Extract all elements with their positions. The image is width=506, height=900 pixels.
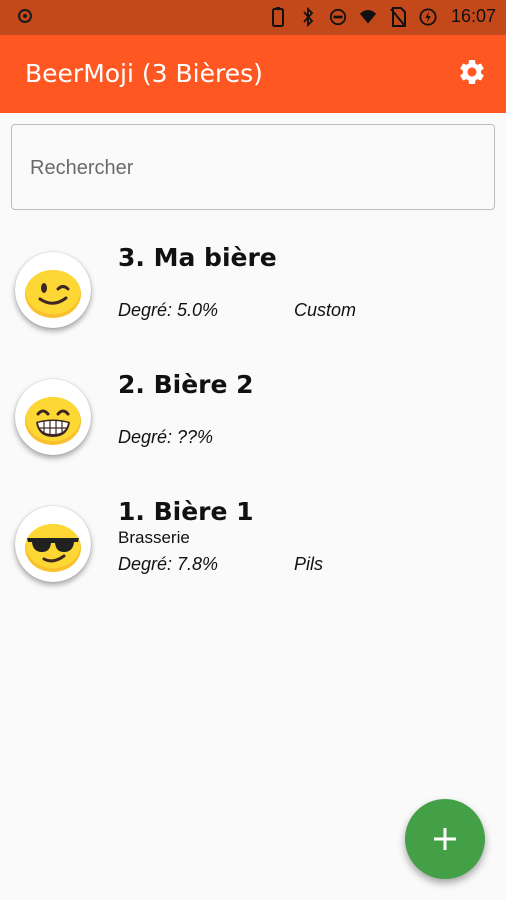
beer-avatar	[15, 252, 91, 328]
beer-degree: Degré: 7.8%	[118, 554, 219, 574]
beer-degree: Degré: 5.0%	[118, 300, 219, 320]
beer-avatar	[15, 506, 91, 582]
winking-face-emoji-icon	[25, 270, 81, 318]
beer-name: 1. Bière 1	[118, 497, 254, 526]
beer-name: 2. Bière 2	[118, 370, 254, 399]
list-item[interactable]: 1. Bière 1 Brasserie Degré: 7.8% Pils	[0, 494, 506, 614]
search-box[interactable]	[11, 124, 495, 210]
no-sim-icon	[389, 6, 407, 27]
gear-icon	[460, 59, 484, 84]
battery-saver-icon	[419, 7, 437, 27]
notification-dot-icon	[18, 9, 32, 23]
status-time: 16:07	[450, 6, 496, 26]
beer-degree: Degré: ??%	[118, 427, 214, 447]
settings-button[interactable]	[456, 56, 488, 88]
battery-outline-icon	[269, 6, 287, 27]
add-beer-button[interactable]	[405, 799, 485, 879]
plus-icon	[434, 828, 456, 850]
app-title: BeerMoji (3 Bières)	[25, 59, 263, 88]
app-bar: BeerMoji (3 Bières)	[0, 35, 506, 113]
wifi-icon	[359, 7, 377, 27]
status-bar: 16:07	[0, 0, 506, 35]
beer-name: 3. Ma bière	[118, 243, 277, 272]
beer-brewery: Brasserie	[118, 528, 190, 547]
beer-type: Custom	[294, 300, 357, 320]
beer-avatar	[15, 379, 91, 455]
do-not-disturb-icon	[329, 7, 347, 27]
beer-type: Pils	[294, 554, 324, 574]
sunglasses-face-emoji-icon	[25, 524, 81, 572]
list-item[interactable]: 2. Bière 2 Degré: ??%	[0, 367, 506, 487]
search-input[interactable]	[28, 147, 472, 189]
list-item[interactable]: 3. Ma bière Degré: 5.0% Custom	[0, 240, 506, 360]
status-icons: 16:07	[269, 6, 496, 27]
grinning-face-emoji-icon	[25, 397, 81, 445]
bluetooth-icon	[299, 6, 317, 27]
